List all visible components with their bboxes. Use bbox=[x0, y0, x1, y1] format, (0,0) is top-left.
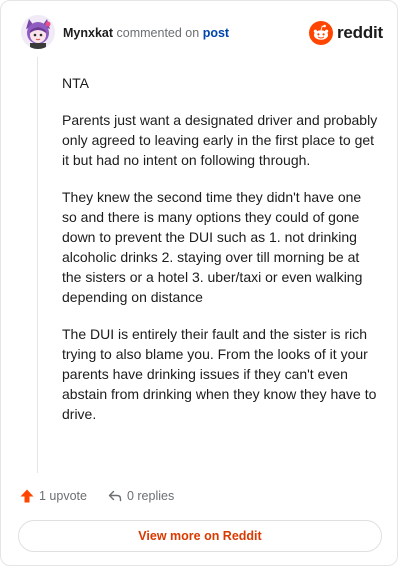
comment-header: Mynxkat commented on post reddit bbox=[21, 15, 383, 51]
reddit-snoo-icon bbox=[308, 21, 333, 45]
upvote-arrow-icon bbox=[20, 489, 34, 503]
author-line: Mynxkat commented on post bbox=[63, 25, 229, 41]
comment-embed-card: Mynxkat commented on post reddit NTA Par… bbox=[0, 0, 398, 566]
reddit-logo[interactable]: reddit bbox=[308, 21, 383, 45]
avatar-cat-girl-icon bbox=[21, 15, 55, 49]
reply-arrow-icon bbox=[108, 490, 122, 502]
reddit-wordmark: reddit bbox=[336, 23, 383, 42]
author-name[interactable]: Mynxkat bbox=[63, 26, 113, 40]
action-text: commented on bbox=[116, 26, 200, 40]
view-more-button[interactable]: View more on Reddit bbox=[18, 520, 382, 552]
reply-count: 0 replies bbox=[126, 489, 175, 503]
comment-body: NTA Parents just want a designated drive… bbox=[62, 73, 378, 441]
upvote-button[interactable]: 1 upvote bbox=[19, 488, 87, 504]
comment-paragraph: Parents just want a designated driver an… bbox=[62, 112, 378, 168]
upvote-count: 1 upvote bbox=[39, 489, 87, 503]
comment-paragraph: The DUI is entirely their fault and the … bbox=[62, 326, 377, 422]
reply-button[interactable]: 0 replies bbox=[107, 488, 174, 504]
thread-line bbox=[37, 57, 38, 473]
comment-footer: 1 upvote 0 replies bbox=[19, 485, 174, 507]
avatar[interactable] bbox=[21, 15, 55, 49]
post-link[interactable]: post bbox=[203, 26, 229, 40]
comment-paragraph: They knew the second time they didn't ha… bbox=[62, 189, 363, 305]
comment-paragraph: NTA bbox=[62, 75, 89, 91]
